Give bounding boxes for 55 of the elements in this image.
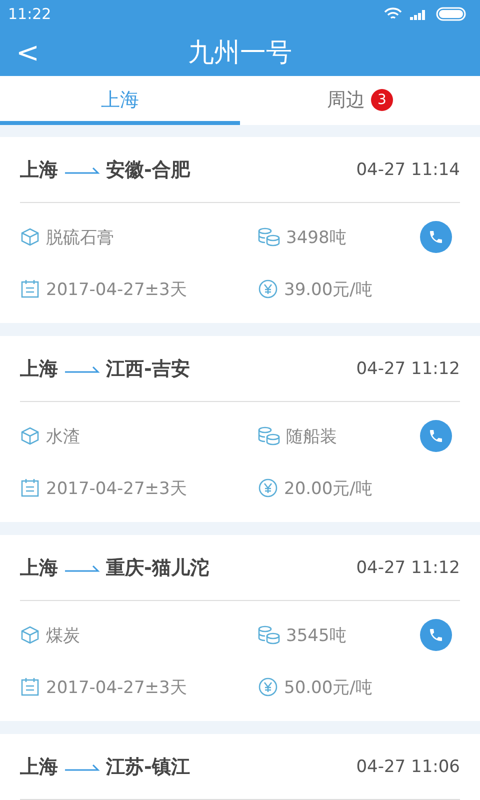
cargo-text: 脱硫石膏	[46, 226, 114, 248]
date-text: 2017-04-27±3天	[46, 676, 187, 698]
box-icon	[20, 426, 40, 446]
price-text: 50.00元/吨	[284, 676, 372, 698]
yen-icon	[258, 677, 278, 697]
tab-label: 周边	[327, 88, 365, 114]
shipment-card[interactable]: 上海 江苏-镇江 04-27 11:06	[0, 734, 480, 800]
count-badge: 3	[371, 89, 393, 112]
post-time: 04-27 11:12	[356, 558, 460, 578]
yen-icon	[258, 279, 278, 299]
status-time: 11:22	[8, 5, 52, 24]
destination-text: 安徽-合肥	[106, 158, 190, 182]
yen-icon	[258, 478, 278, 498]
destination-text: 江苏-镇江	[106, 754, 190, 780]
origin-text: 上海	[20, 754, 58, 780]
quantity-text: 3498吨	[286, 226, 346, 248]
price-text: 39.00元/吨	[284, 278, 372, 300]
signal-icon	[410, 8, 428, 20]
coins-icon	[258, 625, 280, 645]
cargo-text: 水渣	[46, 426, 80, 448]
quantity-text: 3545吨	[286, 624, 346, 646]
origin-text: 上海	[20, 158, 58, 182]
shipment-card[interactable]: 上海 重庆-猫儿沱 04-27 11:12 煤炭 3545吨 2017-04-27±3天 50.00元/吨	[0, 535, 480, 721]
price-text: 20.00元/吨	[284, 478, 372, 500]
cargo-text: 煤炭	[46, 624, 80, 646]
post-time: 04-27 11:06	[356, 756, 460, 776]
coins-icon	[258, 227, 280, 247]
tab-label: 上海	[101, 88, 139, 114]
phone-button[interactable]	[420, 420, 452, 452]
destination-text: 江西-吉安	[106, 356, 190, 382]
destination-text: 重庆-猫儿沱	[106, 556, 209, 580]
phone-icon	[428, 428, 444, 444]
calendar-icon	[20, 279, 40, 299]
phone-icon	[428, 229, 444, 245]
shipment-card[interactable]: 上海 江西-吉安 04-27 11:12 水渣 随船装 2017-04-27±3天 20.00元/吨	[0, 336, 480, 522]
box-icon	[20, 227, 40, 247]
origin-text: 上海	[20, 556, 58, 580]
page-title: 九州一号	[188, 36, 292, 70]
phone-button[interactable]	[420, 619, 452, 651]
date-text: 2017-04-27±3天	[46, 478, 187, 500]
coins-icon	[258, 426, 280, 446]
calendar-icon	[20, 677, 40, 697]
post-time: 04-27 11:14	[356, 160, 460, 180]
tab[interactable]: 周边 3	[240, 76, 480, 125]
calendar-icon	[20, 478, 40, 498]
phone-icon	[428, 627, 444, 643]
box-icon	[20, 625, 40, 645]
shipment-card[interactable]: 上海 安徽-合肥 04-27 11:14 脱硫石膏 3498吨 2017-04-27±3天 39.00元/吨	[0, 137, 480, 323]
date-text: 2017-04-27±3天	[46, 278, 187, 300]
wifi-icon	[384, 7, 402, 22]
origin-text: 上海	[20, 356, 58, 382]
post-time: 04-27 11:12	[356, 358, 460, 378]
quantity-text: 随船装	[286, 426, 337, 448]
phone-button[interactable]	[420, 221, 452, 253]
battery-icon	[436, 7, 468, 22]
